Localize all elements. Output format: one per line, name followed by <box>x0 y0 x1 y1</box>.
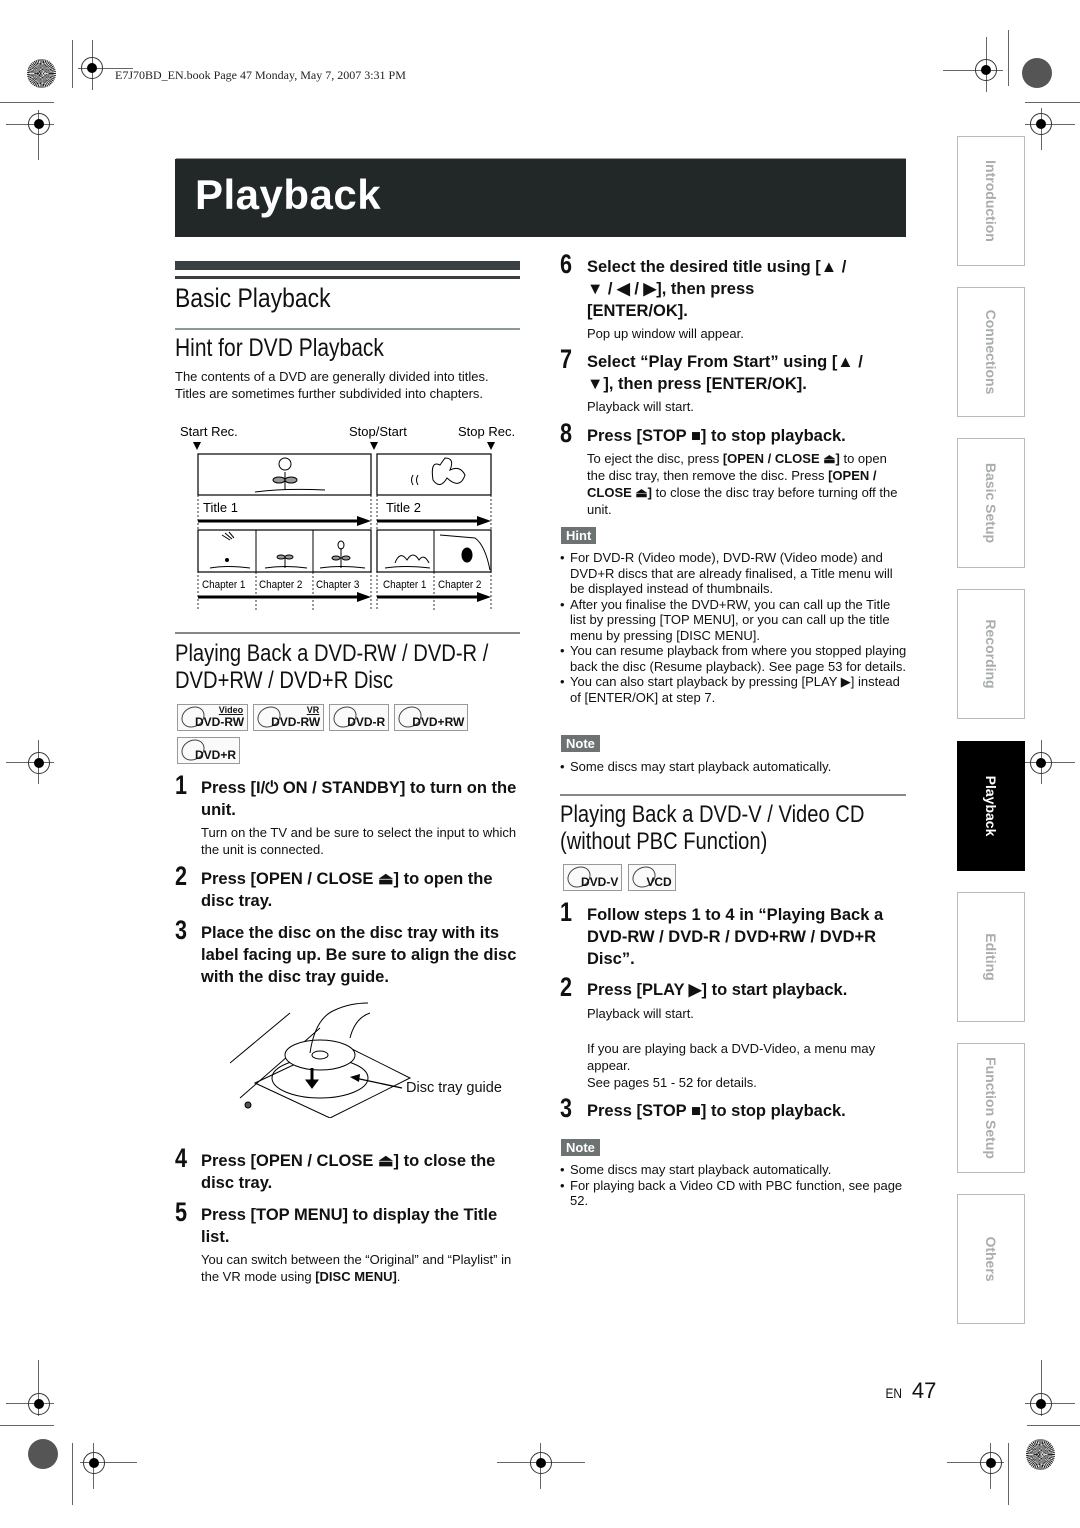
vcd-step-3-text: Press [STOP ■] to stop playback. <box>587 1102 846 1120</box>
step-6-sub: Pop up window will appear. <box>587 326 744 341</box>
disc-badge-dvd-rw-video: Video DVD-RW <box>177 702 249 732</box>
step-7-number: 7 <box>560 344 573 374</box>
dvd-disc-section-title-line1: Playing Back a DVD-RW / DVD-R / <box>175 640 489 667</box>
vcd-section-title-line1: Playing Back a DVD-V / Video CD <box>560 801 865 828</box>
disc-badge-vcd: VCD <box>628 862 676 892</box>
disc-type-badges: Video DVD-RW VR DVD-RW DVD-R DVD+RW <box>177 702 469 732</box>
hint-body: The contents of a DVD are generally divi… <box>175 369 489 401</box>
hint-item: You can resume playback from where you s… <box>558 643 908 674</box>
page-number: EN 47 <box>884 1378 936 1404</box>
step-8-number: 8 <box>560 418 573 448</box>
section-title: Basic Playback <box>175 283 331 313</box>
marker-start-rec: Start Rec. <box>180 424 238 439</box>
t1-chapter-2: Chapter 2 <box>259 580 303 592</box>
crosshair-icon <box>980 1452 1002 1474</box>
step-5-text: Press [TOP MENU] to display the Title li… <box>201 1206 498 1246</box>
vcd-step-1-number: 1 <box>560 897 573 927</box>
color-wheel-icon <box>1026 1439 1055 1470</box>
step-7-text: Select “Play From Start” using [▲ / ▼], … <box>587 353 863 393</box>
crosshair-icon <box>81 57 103 79</box>
hint-title: Hint for DVD Playback <box>175 334 384 362</box>
step-2-number: 2 <box>175 861 188 891</box>
vcd-step-2-sub1: Playback will start. <box>587 1006 694 1021</box>
vcd-step-2-text: Press [PLAY ▶] to start playback. <box>587 981 848 999</box>
step-7-sub: Playback will start. <box>587 399 694 414</box>
side-tab-connections[interactable]: Connections <box>957 287 1025 417</box>
disc-tray-guide-label: Disc tray guide <box>406 1080 502 1096</box>
step-8-sub: To eject the disc, press [OPEN / CLOSE ⏏… <box>587 451 898 517</box>
side-tab-others[interactable]: Others <box>957 1194 1025 1324</box>
crosshair-icon <box>1030 113 1052 135</box>
title-chapter-diagram: Start Rec. Stop/Start Stop Rec. Title 1 … <box>175 420 525 610</box>
title-2-label: Title 2 <box>386 500 421 515</box>
crosshair-icon <box>530 1452 552 1474</box>
page-number-value: 47 <box>911 1378 937 1403</box>
crosshair-icon <box>28 1393 50 1415</box>
vcd-step-2-number: 2 <box>560 972 573 1002</box>
crosshair-icon <box>28 113 50 135</box>
crosshair-icon <box>1030 752 1052 774</box>
hint-item: You can also start playback by pressing … <box>558 674 908 705</box>
step-3-number: 3 <box>175 915 188 945</box>
note-item: Some discs may start playback automatica… <box>558 759 908 775</box>
side-tab-function-setup[interactable]: Function Setup <box>957 1043 1025 1173</box>
note-item: Some discs may start playback automatica… <box>558 1162 908 1178</box>
step-5-number: 5 <box>175 1197 188 1227</box>
vcd-step-1-text: Follow steps 1 to 4 in “Playing Back a D… <box>587 906 884 968</box>
side-tab-playback[interactable]: Playback <box>957 741 1025 871</box>
print-header: E7J70BD_EN.book Page 47 Monday, May 7, 2… <box>115 68 406 82</box>
step-8-text: Press [STOP ■] to stop playback. <box>587 427 846 445</box>
step-3-text: Place the disc on the disc tray with its… <box>201 924 517 986</box>
marker-stop-start: Stop/Start <box>349 424 407 439</box>
step-1-text: Press [I/⏻ ON / STANDBY] to turn on the … <box>201 779 517 819</box>
crosshair-icon <box>1030 1393 1052 1415</box>
t2-chapter-1: Chapter 1 <box>383 580 427 592</box>
page-title-bar: Playback <box>175 159 906 237</box>
hint-badge: Hint <box>561 527 597 544</box>
dvd-disc-section-title-line2: DVD+RW / DVD+R Disc <box>175 667 394 694</box>
disc-badge-dvd-v: DVD-V <box>563 862 623 892</box>
page-title: Playback <box>195 171 382 218</box>
step-1-sub: Turn on the TV and be sure to select the… <box>201 825 517 857</box>
step-6-text: Select the desired title using [▲ / ▼ / … <box>587 258 847 320</box>
disc-badge-dvd-plus-rw: DVD+RW <box>394 702 469 732</box>
color-wheel-icon <box>27 59 56 88</box>
marker-stop-rec: Stop Rec. <box>458 424 515 439</box>
note-badge-2: Note <box>561 1139 600 1156</box>
vcd-disc-badges: DVD-V VCD <box>563 862 676 892</box>
hint-item: After you finalise the DVD+RW, you can c… <box>558 597 908 644</box>
language-code: EN <box>885 1385 902 1401</box>
disc-badge-dvd-plus-r: DVD+R <box>177 735 241 765</box>
vcd-section-title-line2: (without PBC Function) <box>560 828 768 855</box>
side-tab-editing[interactable]: Editing <box>957 892 1025 1022</box>
vcd-step-2-sub3: See pages 51 - 52 for details. <box>587 1075 757 1090</box>
side-tab-introduction[interactable]: Introduction <box>957 136 1025 266</box>
step-5-sub: You can switch between the “Original” an… <box>201 1252 512 1284</box>
step-4-number: 4 <box>175 1143 188 1173</box>
disc-badge-dvd-rw-vr: VR DVD-RW <box>253 702 325 732</box>
side-tab-basic-setup[interactable]: Basic Setup <box>957 438 1025 568</box>
step-4-text: Press [OPEN / CLOSE ⏏] to close the disc… <box>201 1152 496 1192</box>
gray-disc-icon <box>28 1439 58 1469</box>
crosshair-icon <box>83 1452 105 1474</box>
note-item: For playing back a Video CD with PBC fun… <box>558 1178 908 1209</box>
t2-chapter-2: Chapter 2 <box>438 580 482 592</box>
vcd-step-3-number: 3 <box>560 1093 573 1123</box>
disc-tray-illustration <box>229 998 430 1119</box>
note-badge: Note <box>561 735 600 752</box>
disc-badge-dvd-r: DVD-R <box>329 702 390 732</box>
step-6-number: 6 <box>560 249 573 279</box>
step-1-number: 1 <box>175 770 188 800</box>
gray-disc-icon <box>1022 58 1052 88</box>
t1-chapter-1: Chapter 1 <box>202 580 246 592</box>
step-2-text: Press [OPEN / CLOSE ⏏] to open the disc … <box>201 870 493 910</box>
crosshair-icon <box>975 59 997 81</box>
hint-list: For DVD-R (Video mode), DVD-RW (Video mo… <box>558 550 908 705</box>
crosshair-icon <box>28 752 50 774</box>
vcd-step-2-sub2: If you are playing back a DVD-Video, a m… <box>587 1041 876 1073</box>
side-tab-recording[interactable]: Recording <box>957 589 1025 719</box>
title-1-label: Title 1 <box>203 500 238 515</box>
hint-item: For DVD-R (Video mode), DVD-RW (Video mo… <box>558 550 908 597</box>
t1-chapter-3: Chapter 3 <box>316 580 360 592</box>
